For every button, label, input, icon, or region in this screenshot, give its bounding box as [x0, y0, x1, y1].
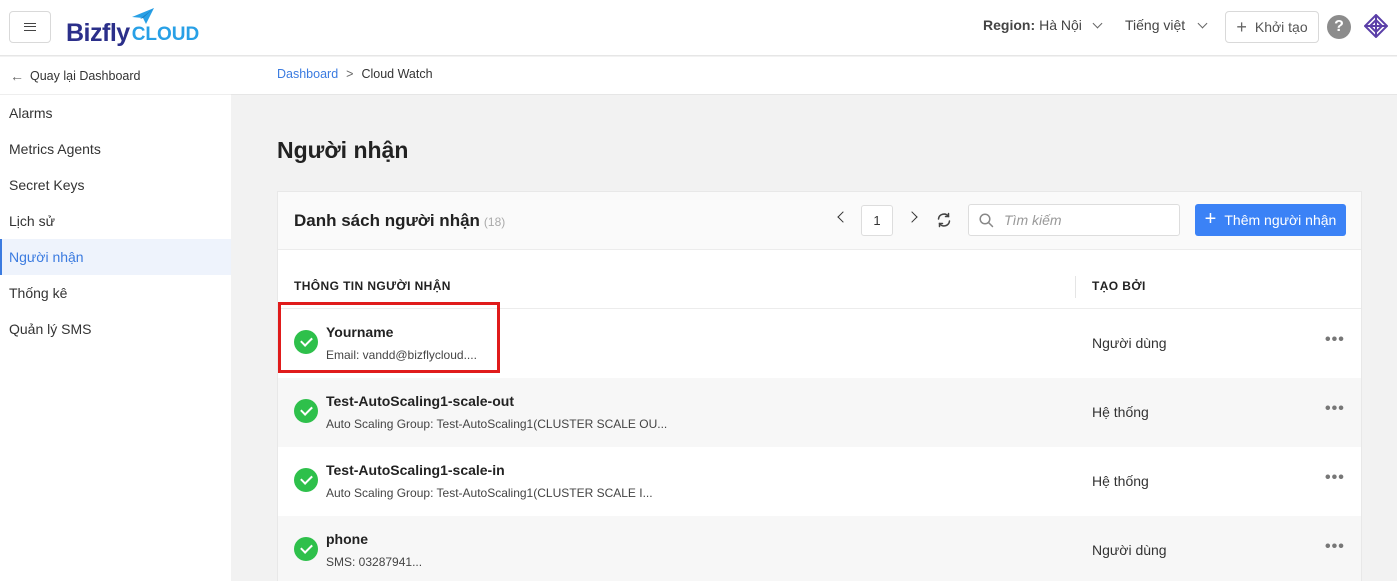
hamburger-icon: [24, 23, 36, 31]
sidebar: ← Quay lại Dashboard Alarms Metrics Agen…: [0, 57, 231, 581]
recipient-name[interactable]: Test-AutoScaling1-scale-in: [326, 462, 505, 478]
back-to-dashboard-link[interactable]: ← Quay lại Dashboard: [10, 68, 140, 84]
breadcrumb-dashboard-link[interactable]: Dashboard: [277, 67, 338, 81]
created-by: Hệ thống: [1092, 404, 1149, 420]
chevron-down-icon: [1092, 18, 1103, 28]
breadcrumb-bar: Dashboard > Cloud Watch: [231, 57, 1397, 95]
page-number[interactable]: 1: [861, 205, 893, 236]
recipient-name[interactable]: Test-AutoScaling1-scale-out: [326, 393, 514, 409]
add-recipient-button[interactable]: + Thêm người nhận: [1195, 204, 1346, 236]
region-value: Hà Nội: [1039, 17, 1082, 33]
recipient-count: (18): [483, 215, 506, 229]
language-value: Tiếng việt: [1125, 17, 1186, 33]
paper-plane-icon: [132, 8, 154, 24]
top-header: Bizfly CLOUD Region: Hà Nội Tiếng việt +…: [0, 0, 1397, 56]
created-by: Người dùng: [1092, 335, 1167, 351]
card-title: Danh sách người nhận (18): [294, 211, 506, 230]
sidebar-item-statistics[interactable]: Thống kê: [0, 275, 231, 311]
breadcrumb-current: Cloud Watch: [361, 67, 433, 81]
table-row[interactable]: Test-AutoScaling1-scale-in Auto Scaling …: [278, 447, 1361, 516]
refresh-icon[interactable]: [936, 212, 952, 228]
sidebar-item-history[interactable]: Lịch sử: [0, 203, 231, 239]
recipient-detail: Auto Scaling Group: Test-AutoScaling1(CL…: [326, 417, 668, 431]
recipients-card: Danh sách người nhận(18) 1 + Thêm người …: [277, 191, 1362, 581]
region-selector[interactable]: Region: Hà Nội: [983, 17, 1107, 33]
chevron-right-icon[interactable]: [906, 211, 918, 223]
breadcrumb: Dashboard > Cloud Watch: [277, 67, 433, 81]
sidebar-item-sms-management[interactable]: Quản lý SMS: [0, 311, 231, 347]
menu-toggle-button[interactable]: [9, 11, 51, 43]
recipient-name[interactable]: phone: [326, 531, 368, 547]
avatar[interactable]: [1364, 14, 1388, 38]
sidebar-item-secret-keys[interactable]: Secret Keys: [0, 167, 231, 203]
table-row[interactable]: phone SMS: 03287941... Người dùng •••: [278, 516, 1361, 581]
created-by: Hệ thống: [1092, 473, 1149, 489]
plus-icon: +: [1204, 208, 1217, 230]
search-box: [968, 204, 1180, 236]
created-by: Người dùng: [1092, 542, 1167, 558]
card-header: Danh sách người nhận(18) 1 + Thêm người …: [278, 192, 1361, 250]
check-circle-icon: [294, 537, 318, 561]
chevron-left-icon[interactable]: [837, 211, 849, 223]
more-options-icon[interactable]: •••: [1325, 331, 1345, 349]
check-circle-icon: [294, 468, 318, 492]
plus-icon: +: [1236, 16, 1247, 37]
bizfly-logo[interactable]: Bizfly CLOUD: [66, 8, 199, 46]
create-button[interactable]: + Khởi tạo: [1225, 11, 1319, 43]
search-icon: [979, 212, 994, 227]
page-title: Người nhận: [277, 137, 409, 163]
highlight-box: [278, 302, 500, 373]
sidebar-item-alarms[interactable]: Alarms: [0, 95, 231, 131]
more-options-icon[interactable]: •••: [1325, 400, 1345, 418]
sidebar-nav: Alarms Metrics Agents Secret Keys Lịch s…: [0, 94, 231, 347]
table-header: THÔNG TIN NGƯỜI NHẬN TẠO BỞI: [278, 251, 1361, 309]
search-input[interactable]: [1004, 212, 1164, 228]
column-header-created-by: TẠO BỞI: [1092, 279, 1146, 293]
more-options-icon[interactable]: •••: [1325, 538, 1345, 556]
sidebar-item-recipients[interactable]: Người nhận: [0, 239, 231, 275]
sidebar-item-metrics-agents[interactable]: Metrics Agents: [0, 131, 231, 167]
language-selector[interactable]: Tiếng việt: [1125, 17, 1212, 33]
more-options-icon[interactable]: •••: [1325, 469, 1345, 487]
help-icon[interactable]: ?: [1327, 15, 1351, 39]
column-header-info: THÔNG TIN NGƯỜI NHẬN: [294, 279, 451, 293]
chevron-down-icon: [1197, 18, 1208, 28]
check-circle-icon: [294, 399, 318, 423]
arrow-left-icon: ←: [10, 68, 24, 84]
table-row[interactable]: Test-AutoScaling1-scale-out Auto Scaling…: [278, 378, 1361, 447]
recipient-detail: SMS: 03287941...: [326, 555, 423, 569]
recipient-detail: Auto Scaling Group: Test-AutoScaling1(CL…: [326, 486, 653, 500]
breadcrumb-separator: >: [346, 67, 354, 81]
column-divider: [1075, 276, 1076, 298]
